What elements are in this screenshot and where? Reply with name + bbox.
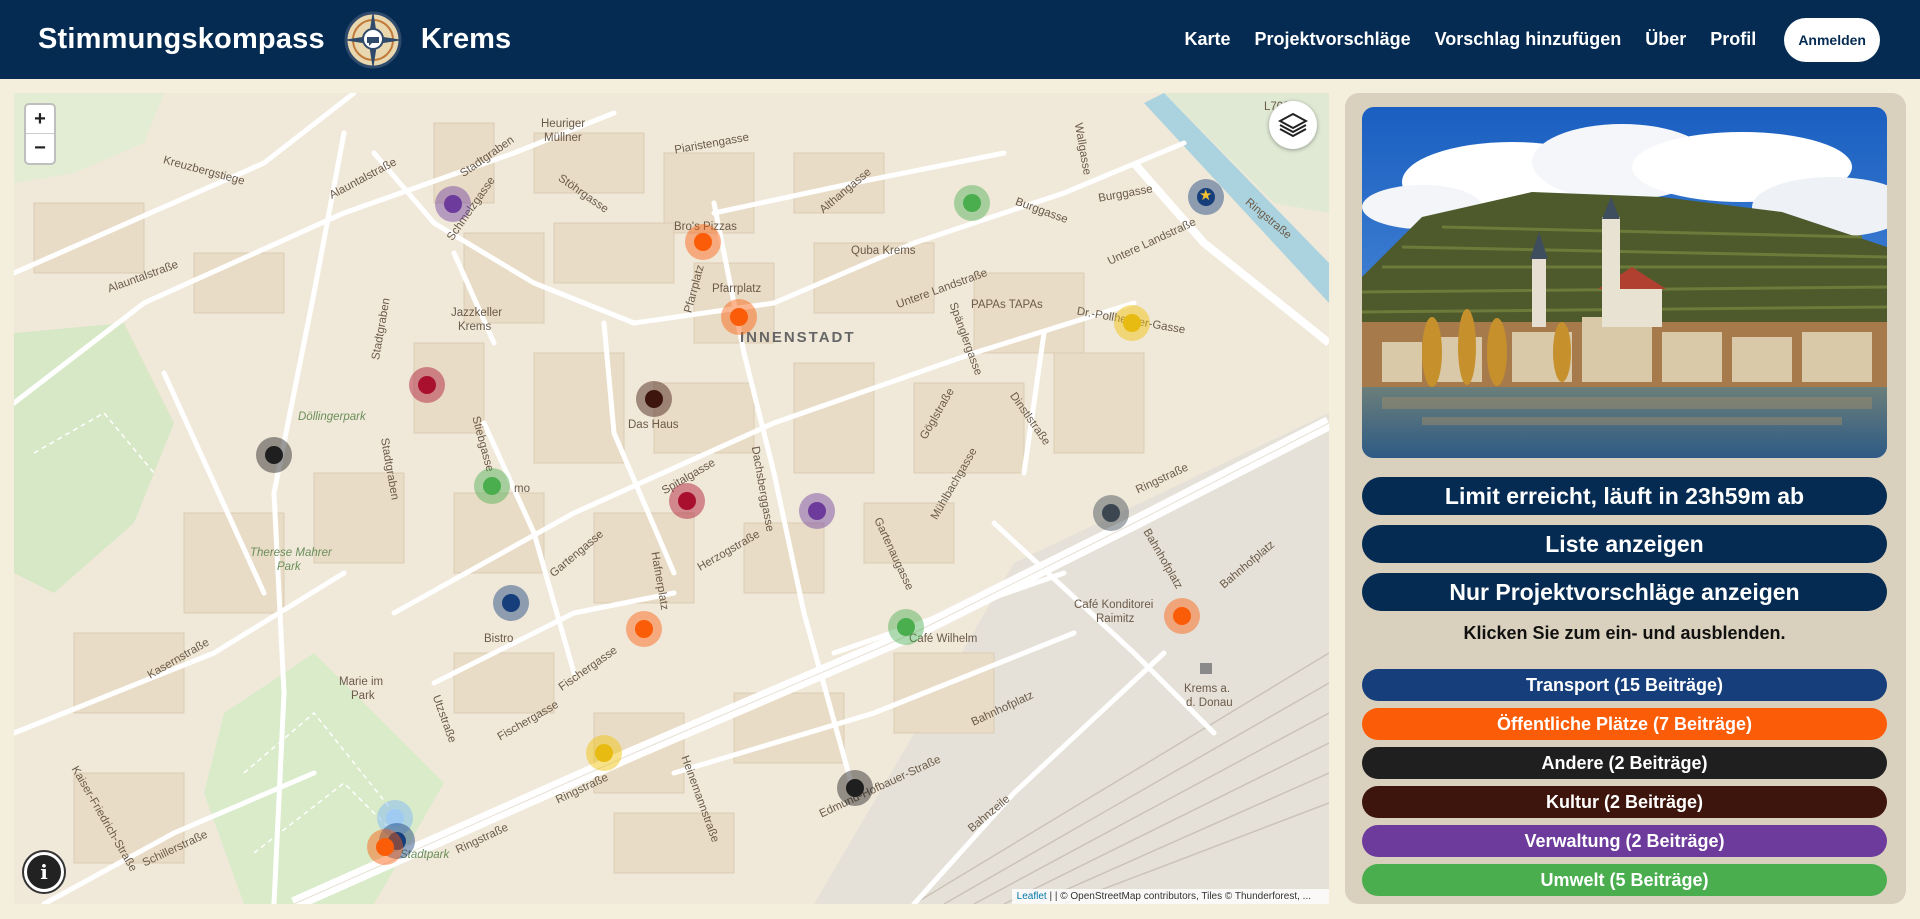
only-project-proposals-button[interactable]: Nur Projektvorschläge anzeigen — [1362, 573, 1887, 611]
map-marker-oeffentliche-plaetze[interactable] — [721, 299, 757, 335]
map-marker-andere[interactable] — [837, 770, 873, 806]
category-oeffentliche-plaetze[interactable]: Öffentliche Plätze (7 Beiträge) — [1362, 708, 1887, 740]
zoom-control: + − — [24, 103, 56, 165]
map-marker-oeffentliche-plaetze[interactable] — [367, 829, 403, 865]
map-marker-yellow[interactable] — [586, 735, 622, 771]
nav-vorschlag-hinzufuegen[interactable]: Vorschlag hinzufügen — [1435, 29, 1622, 50]
layers-button[interactable] — [1269, 101, 1317, 149]
top-navbar: Stimmungskompass Krems Karte Projektvors… — [0, 0, 1920, 79]
nav-ueber[interactable]: Über — [1645, 29, 1686, 50]
nav-profil[interactable]: Profil — [1710, 29, 1756, 50]
zoom-out-button[interactable]: − — [26, 134, 54, 163]
compass-logo-icon — [342, 9, 403, 70]
poi-label-jazzkeller-krems: Krems — [458, 321, 492, 333]
map-marker-oeffentliche-plaetze[interactable] — [626, 611, 662, 647]
poi-label-cafe-konditorei: Café Konditorei — [1074, 599, 1154, 611]
poi-label-papas-tapas: PAPAs TAPAs — [971, 299, 1043, 311]
park-label-therese-1: Therese Mahrer — [250, 547, 332, 559]
category-umwelt[interactable]: Umwelt (5 Beiträge) — [1362, 864, 1887, 896]
poi-label-krems-station-2: d. Donau — [1186, 697, 1233, 709]
poi-label-mo: mo — [514, 483, 530, 495]
map-marker-transport[interactable] — [493, 585, 529, 621]
krems-town-photo — [1362, 107, 1887, 458]
poi-label-heuriger: Heuriger — [541, 118, 586, 130]
district-label-innenstadt: INNENSTADT — [740, 329, 856, 346]
map-marker-umwelt[interactable] — [474, 468, 510, 504]
poi-label-marie: Marie im — [339, 676, 384, 688]
show-list-button[interactable]: Liste anzeigen — [1362, 525, 1887, 563]
info-icon: i — [40, 860, 48, 884]
map-marker-grey[interactable] — [1093, 495, 1129, 531]
nav-karte[interactable]: Karte — [1185, 29, 1231, 50]
poi-label-muellner: Müllner — [544, 132, 582, 144]
category-verwaltung[interactable]: Verwaltung (2 Beiträge) — [1362, 825, 1887, 857]
map-marker-umwelt[interactable] — [888, 609, 924, 645]
poi-label-raimitz: Raimitz — [1096, 613, 1135, 625]
poi-label-marie-park: Park — [351, 690, 375, 702]
map-marker-yellow[interactable] — [1114, 305, 1150, 341]
poi-label-quba: Quba Krems — [851, 245, 916, 257]
map-marker-red[interactable] — [409, 367, 445, 403]
map-marker-oeffentliche-plaetze[interactable] — [1164, 598, 1200, 634]
category-kultur[interactable]: Kultur (2 Beiträge) — [1362, 786, 1887, 818]
park-label-doellingerpark: Döllingerpark — [298, 411, 366, 423]
limit-button[interactable]: Limit erreicht, läuft in 23h59m ab — [1362, 477, 1887, 515]
leaflet-link[interactable]: Leaflet — [1017, 891, 1047, 902]
map-marker-andere[interactable] — [256, 437, 292, 473]
main-nav: Karte Projektvorschläge Vorschlag hinzuf… — [1185, 0, 1880, 79]
park-label-therese-2: Park — [277, 561, 301, 573]
brand[interactable]: Stimmungskompass Krems — [38, 0, 511, 79]
zoom-in-button[interactable]: + — [26, 105, 54, 134]
nav-projektvorschlaege[interactable]: Projektvorschläge — [1255, 29, 1411, 50]
poi-label-das-haus: Das Haus — [628, 419, 679, 431]
street-label-pfarrplatz-2: Pfarrplatz — [712, 283, 762, 295]
poi-label-bistro: Bistro — [484, 633, 514, 645]
category-transport[interactable]: Transport (15 Beiträge) — [1362, 669, 1887, 701]
toggle-hint: Klicken Sie zum ein- und ausblenden. — [1463, 623, 1786, 643]
app-title: Stimmungskompass — [38, 23, 325, 55]
map-marker-kultur[interactable] — [636, 381, 672, 417]
sidebar-panel: Limit erreicht, läuft in 23h59m ab Liste… — [1345, 93, 1906, 904]
city-name: Krems — [420, 23, 512, 55]
poi-label-jazzkeller: Jazzkeller — [451, 307, 503, 319]
map-marker-featured[interactable]: ★ — [1188, 179, 1224, 215]
layers-icon — [1278, 112, 1308, 138]
map-marker-umwelt[interactable] — [954, 185, 990, 221]
attribution-text: | | © OpenStreetMap contributors, Tiles … — [1046, 891, 1311, 902]
map-marker-verwaltung[interactable] — [799, 493, 835, 529]
town-illustration — [1362, 107, 1887, 458]
star-icon: ★ — [1199, 187, 1213, 204]
category-andere[interactable]: Andere (2 Beiträge) — [1362, 747, 1887, 779]
map-view[interactable]: INNENSTADT Heuriger Müllner Bro's Pizzas… — [14, 93, 1329, 904]
map-marker-verwaltung[interactable] — [435, 186, 471, 222]
login-button[interactable]: Anmelden — [1784, 17, 1880, 62]
map-attribution: Leaflet | | © OpenStreetMap contributors… — [1011, 889, 1329, 904]
map-marker-oeffentliche-plaetze[interactable] — [685, 224, 721, 260]
map-marker-red[interactable] — [669, 483, 705, 519]
info-button[interactable]: i — [24, 852, 64, 892]
poi-label-krems-station: Krems a. — [1184, 683, 1231, 695]
